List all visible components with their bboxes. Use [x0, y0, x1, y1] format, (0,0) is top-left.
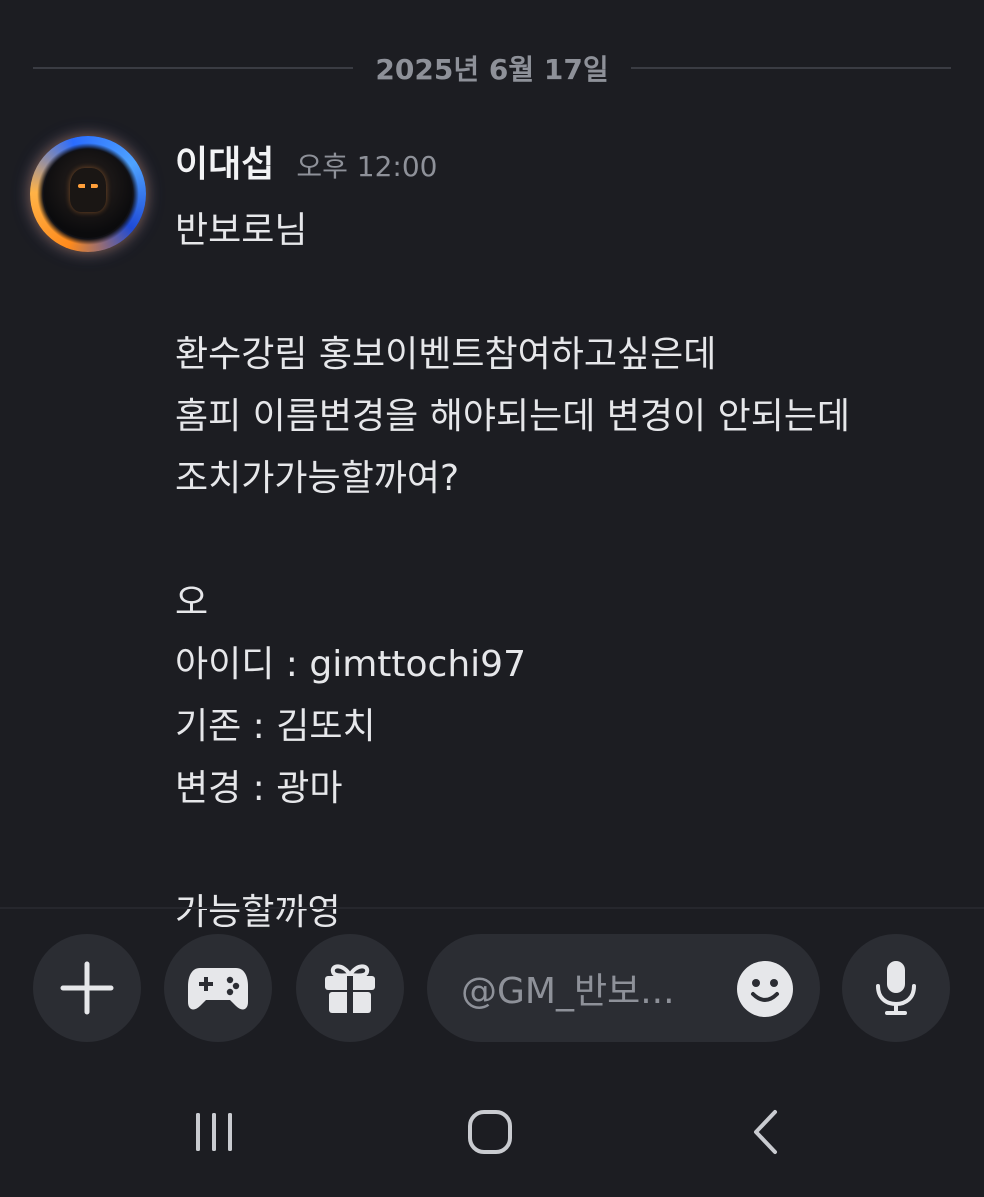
recent-apps-button[interactable]: [174, 1102, 254, 1162]
emoji-icon[interactable]: [736, 960, 794, 1018]
gift-button[interactable]: [296, 934, 404, 1042]
divider-line-right: [630, 67, 951, 69]
message-input-bar: @GM_반보...: [0, 930, 984, 1046]
date-divider: 2025년 6월 17일: [33, 48, 951, 88]
mic-icon: [876, 961, 916, 1015]
back-icon: [754, 1110, 777, 1154]
message-line: 변경 : 광마: [175, 768, 343, 809]
back-button[interactable]: [726, 1102, 806, 1162]
message-line: 오: [175, 582, 209, 623]
chat-screen: 2025년 6월 17일 이대섭 오후 12:00 반보로님 환수강림 홍보이벤…: [0, 0, 984, 1197]
message-content: 반보로님 환수강림 홍보이벤트참여하고싶은데 홈피 이름변경을 해야되는데 변경…: [175, 200, 965, 944]
plus-icon: [60, 961, 114, 1015]
activities-button[interactable]: [164, 934, 272, 1042]
message-input[interactable]: @GM_반보...: [427, 934, 820, 1042]
message-line: 조치가가능할까여?: [175, 458, 460, 499]
date-divider-label: 2025년 6월 17일: [375, 53, 609, 86]
avatar-image: [44, 150, 132, 238]
message-line-blank: [175, 820, 965, 882]
message-line: 아이디 : gimttochi97: [175, 644, 526, 685]
message-body: 이대섭 오후 12:00 반보로님 환수강림 홍보이벤트참여하고싶은데 홈피 이…: [175, 130, 965, 944]
message-timestamp: 오후 12:00: [296, 150, 438, 183]
gamepad-icon: [188, 968, 248, 1010]
add-attachment-button[interactable]: [33, 934, 141, 1042]
message-input-placeholder: @GM_반보...: [461, 971, 675, 1012]
message-line: 환수강림 홍보이벤트참여하고싶은데: [175, 334, 717, 375]
message-line: 반보로님: [175, 210, 308, 251]
message-line: 기존 : 김또치: [175, 706, 376, 747]
input-bar-separator: [0, 907, 984, 909]
message-line: 홈피 이름변경을 해야되는데 변경이 안되는데: [175, 396, 851, 437]
gift-icon: [325, 964, 375, 1013]
author-name[interactable]: 이대섭: [175, 130, 274, 200]
system-nav-bar: [0, 1080, 984, 1197]
home-icon: [468, 1110, 512, 1154]
voice-message-button[interactable]: [842, 934, 950, 1042]
avatar[interactable]: [30, 136, 146, 252]
message-header: 이대섭 오후 12:00: [175, 130, 965, 200]
recent-apps-icon: [196, 1113, 232, 1151]
home-button[interactable]: [450, 1102, 530, 1162]
divider-line-left: [33, 67, 354, 69]
